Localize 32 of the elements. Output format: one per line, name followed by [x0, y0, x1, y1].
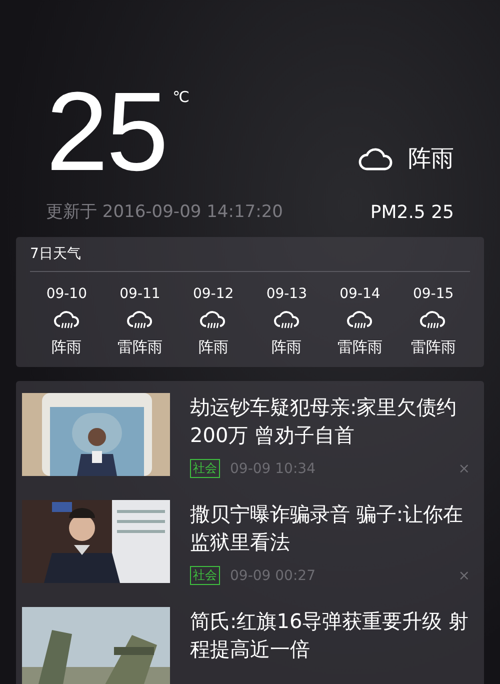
forecast-date: 09-15	[412, 286, 454, 302]
forecast-date: 09-13	[266, 286, 307, 302]
update-time: 更新于 2016-09-09 14:17:20	[46, 201, 283, 223]
temperature-unit: ℃	[172, 88, 190, 106]
rain-cloud-icon	[126, 310, 154, 330]
category-tag: 社会	[190, 566, 220, 585]
weather-condition: 阵雨	[408, 145, 454, 174]
rain-cloud-icon	[52, 310, 81, 330]
forecast-condition: 阵雨	[272, 338, 302, 357]
forecast-condition: 阵雨	[198, 338, 228, 357]
forecast-date: 09-11	[120, 286, 160, 302]
forecast-date: 09-14	[340, 286, 380, 302]
rain-cloud-icon	[199, 310, 228, 330]
forecast-condition: 雷阵雨	[410, 338, 456, 357]
forecast-date: 09-10	[46, 286, 87, 302]
rain-cloud-icon	[346, 310, 374, 330]
news-time: 09-09 00:27	[230, 568, 316, 584]
forecast-condition: 阵雨	[52, 338, 82, 357]
forecast-title: 7日天气	[30, 243, 470, 272]
cloud-icon	[358, 146, 394, 170]
forecast-condition: 雷阵雨	[337, 338, 382, 357]
temperature: 25	[46, 82, 167, 182]
news-time: 09-09 10:34	[230, 460, 316, 476]
air-quality: PM2.5 25	[370, 202, 454, 223]
news-title[interactable]: 劫运钞车疑犯母亲:家里欠债约200万 曾劝子自首	[190, 393, 470, 449]
forecast-date: 09-12	[192, 286, 234, 302]
category-tag: 社会	[190, 459, 220, 478]
rain-cloud-icon	[272, 310, 301, 330]
forecast-condition: 雷阵雨	[117, 338, 162, 357]
rain-cloud-icon	[419, 310, 448, 330]
news-title[interactable]: 撒贝宁曝诈骗录音 骗子:让你在监狱里看法	[190, 500, 470, 556]
news-title[interactable]: 简氏:红旗16导弹获重要升级 射程提高近一倍	[190, 607, 470, 663]
